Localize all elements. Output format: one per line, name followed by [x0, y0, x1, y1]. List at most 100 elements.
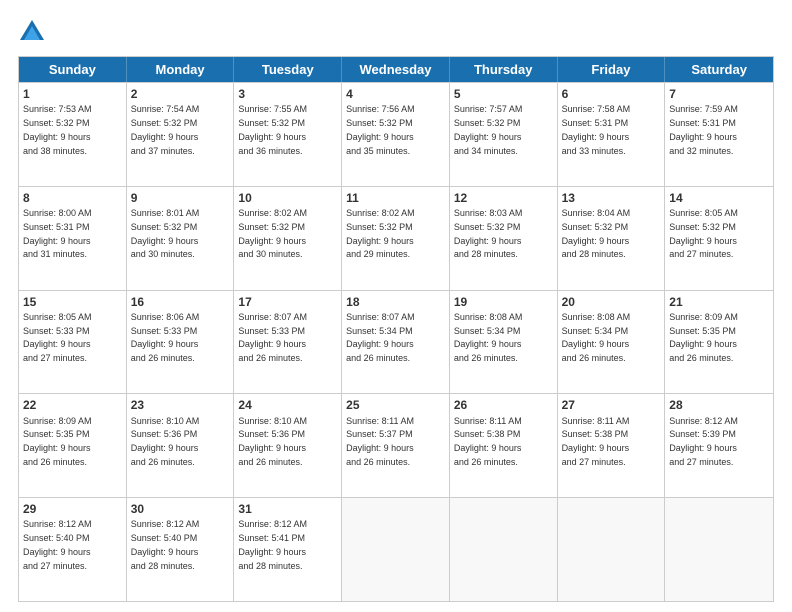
cal-cell-1: 1 Sunrise: 7:53 AM Sunset: 5:32 PM Daylig… — [19, 83, 127, 186]
cal-cell-empty — [450, 498, 558, 601]
day-number: 5 — [454, 86, 553, 102]
cal-cell-12: 12 Sunrise: 8:03 AM Sunset: 5:32 PM Dayli… — [450, 187, 558, 290]
day-number: 10 — [238, 190, 337, 206]
day-number: 26 — [454, 397, 553, 413]
day-info: Sunrise: 8:11 AM Sunset: 5:37 PM Dayligh… — [346, 416, 414, 467]
day-info: Sunrise: 7:57 AM Sunset: 5:32 PM Dayligh… — [454, 104, 523, 155]
day-info: Sunrise: 8:03 AM Sunset: 5:32 PM Dayligh… — [454, 208, 523, 259]
cal-cell-27: 27 Sunrise: 8:11 AM Sunset: 5:38 PM Dayli… — [558, 394, 666, 497]
day-header-monday: Monday — [127, 57, 235, 82]
day-number: 9 — [131, 190, 230, 206]
cal-cell-11: 11 Sunrise: 8:02 AM Sunset: 5:32 PM Dayli… — [342, 187, 450, 290]
cal-cell-empty — [342, 498, 450, 601]
day-number: 30 — [131, 501, 230, 517]
day-info: Sunrise: 8:12 AM Sunset: 5:41 PM Dayligh… — [238, 519, 307, 570]
day-number: 27 — [562, 397, 661, 413]
day-number: 8 — [23, 190, 122, 206]
day-number: 20 — [562, 294, 661, 310]
day-info: Sunrise: 8:09 AM Sunset: 5:35 PM Dayligh… — [23, 416, 92, 467]
day-number: 31 — [238, 501, 337, 517]
header — [18, 18, 774, 46]
day-number: 28 — [669, 397, 769, 413]
day-number: 24 — [238, 397, 337, 413]
day-number: 14 — [669, 190, 769, 206]
day-info: Sunrise: 8:05 AM Sunset: 5:33 PM Dayligh… — [23, 312, 92, 363]
day-number: 3 — [238, 86, 337, 102]
cal-cell-13: 13 Sunrise: 8:04 AM Sunset: 5:32 PM Dayli… — [558, 187, 666, 290]
cal-cell-23: 23Sunrise: 8:10 AM Sunset: 5:36 PM Dayli… — [127, 394, 235, 497]
page: SundayMondayTuesdayWednesdayThursdayFrid… — [0, 0, 792, 612]
cal-cell-15: 15 Sunrise: 8:05 AM Sunset: 5:33 PM Dayli… — [19, 291, 127, 394]
day-number: 29 — [23, 501, 122, 517]
cal-cell-28: 28 Sunrise: 8:12 AM Sunset: 5:39 PM Dayli… — [665, 394, 773, 497]
cal-cell-24: 24 Sunrise: 8:10 AM Sunset: 5:36 PM Dayli… — [234, 394, 342, 497]
day-number: 18 — [346, 294, 445, 310]
cal-cell-19: 19Sunrise: 8:08 AM Sunset: 5:34 PM Dayli… — [450, 291, 558, 394]
cal-cell-empty — [665, 498, 773, 601]
day-info: Sunrise: 8:02 AM Sunset: 5:32 PM Dayligh… — [346, 208, 415, 259]
day-info: Sunrise: 8:12 AM Sunset: 5:40 PM Dayligh… — [131, 519, 200, 570]
day-number: 15 — [23, 294, 122, 310]
cal-cell-20: 20 Sunrise: 8:08 AM Sunset: 5:34 PM Dayli… — [558, 291, 666, 394]
cal-cell-25: 25 Sunrise: 8:11 AM Sunset: 5:37 PM Dayli… — [342, 394, 450, 497]
cal-cell-7: 7Sunrise: 7:59 AM Sunset: 5:31 PM Daylig… — [665, 83, 773, 186]
day-info: Sunrise: 7:53 AM Sunset: 5:32 PM Dayligh… — [23, 104, 92, 155]
day-info: Sunrise: 8:12 AM Sunset: 5:39 PM Dayligh… — [669, 416, 738, 467]
cal-cell-17: 17 Sunrise: 8:07 AM Sunset: 5:33 PM Dayli… — [234, 291, 342, 394]
day-info: Sunrise: 8:09 AM Sunset: 5:35 PM Dayligh… — [669, 312, 738, 363]
day-info: Sunrise: 8:07 AM Sunset: 5:33 PM Dayligh… — [238, 312, 307, 363]
day-header-tuesday: Tuesday — [234, 57, 342, 82]
cal-cell-31: 31 Sunrise: 8:12 AM Sunset: 5:41 PM Dayli… — [234, 498, 342, 601]
cal-cell-3: 3 Sunrise: 7:55 AM Sunset: 5:32 PM Daylig… — [234, 83, 342, 186]
calendar-row-4: 29 Sunrise: 8:12 AM Sunset: 5:40 PM Dayli… — [19, 497, 773, 601]
day-info: Sunrise: 8:11 AM Sunset: 5:38 PM Dayligh… — [562, 416, 630, 467]
logo-icon — [18, 18, 46, 46]
cal-cell-21: 21Sunrise: 8:09 AM Sunset: 5:35 PM Dayli… — [665, 291, 773, 394]
cal-cell-16: 16Sunrise: 8:06 AM Sunset: 5:33 PM Dayli… — [127, 291, 235, 394]
day-info: Sunrise: 8:11 AM Sunset: 5:38 PM Dayligh… — [454, 416, 522, 467]
day-number: 1 — [23, 86, 122, 102]
cal-cell-9: 9 Sunrise: 8:01 AM Sunset: 5:32 PM Daylig… — [127, 187, 235, 290]
cal-cell-29: 29Sunrise: 8:12 AM Sunset: 5:40 PM Dayli… — [19, 498, 127, 601]
day-number: 25 — [346, 397, 445, 413]
day-info: Sunrise: 8:06 AM Sunset: 5:33 PM Dayligh… — [131, 312, 200, 363]
cal-cell-4: 4 Sunrise: 7:56 AM Sunset: 5:32 PM Daylig… — [342, 83, 450, 186]
day-number: 13 — [562, 190, 661, 206]
cal-cell-8: 8 Sunrise: 8:00 AM Sunset: 5:31 PM Daylig… — [19, 187, 127, 290]
day-info: Sunrise: 7:55 AM Sunset: 5:32 PM Dayligh… — [238, 104, 307, 155]
day-number: 12 — [454, 190, 553, 206]
cal-cell-empty — [558, 498, 666, 601]
day-info: Sunrise: 8:05 AM Sunset: 5:32 PM Dayligh… — [669, 208, 738, 259]
day-info: Sunrise: 8:10 AM Sunset: 5:36 PM Dayligh… — [131, 416, 200, 467]
day-number: 4 — [346, 86, 445, 102]
calendar-row-3: 22 Sunrise: 8:09 AM Sunset: 5:35 PM Dayli… — [19, 393, 773, 497]
day-header-sunday: Sunday — [19, 57, 127, 82]
day-info: Sunrise: 8:00 AM Sunset: 5:31 PM Dayligh… — [23, 208, 92, 259]
day-info: Sunrise: 8:02 AM Sunset: 5:32 PM Dayligh… — [238, 208, 307, 259]
day-number: 19 — [454, 294, 553, 310]
day-number: 22 — [23, 397, 122, 413]
cal-cell-2: 2 Sunrise: 7:54 AM Sunset: 5:32 PM Daylig… — [127, 83, 235, 186]
day-info: Sunrise: 8:08 AM Sunset: 5:34 PM Dayligh… — [562, 312, 631, 363]
calendar-row-1: 8 Sunrise: 8:00 AM Sunset: 5:31 PM Daylig… — [19, 186, 773, 290]
day-header-thursday: Thursday — [450, 57, 558, 82]
day-info: Sunrise: 7:58 AM Sunset: 5:31 PM Dayligh… — [562, 104, 631, 155]
calendar-body: 1 Sunrise: 7:53 AM Sunset: 5:32 PM Daylig… — [19, 82, 773, 601]
day-number: 2 — [131, 86, 230, 102]
day-number: 7 — [669, 86, 769, 102]
day-info: Sunrise: 8:04 AM Sunset: 5:32 PM Dayligh… — [562, 208, 631, 259]
day-number: 11 — [346, 190, 445, 206]
calendar-row-2: 15 Sunrise: 8:05 AM Sunset: 5:33 PM Dayli… — [19, 290, 773, 394]
calendar-header: SundayMondayTuesdayWednesdayThursdayFrid… — [19, 57, 773, 82]
day-info: Sunrise: 8:10 AM Sunset: 5:36 PM Dayligh… — [238, 416, 307, 467]
day-header-saturday: Saturday — [665, 57, 773, 82]
cal-cell-10: 10 Sunrise: 8:02 AM Sunset: 5:32 PM Dayli… — [234, 187, 342, 290]
day-number: 6 — [562, 86, 661, 102]
cal-cell-26: 26 Sunrise: 8:11 AM Sunset: 5:38 PM Dayli… — [450, 394, 558, 497]
day-header-friday: Friday — [558, 57, 666, 82]
day-header-wednesday: Wednesday — [342, 57, 450, 82]
day-info: Sunrise: 8:01 AM Sunset: 5:32 PM Dayligh… — [131, 208, 200, 259]
day-info: Sunrise: 7:56 AM Sunset: 5:32 PM Dayligh… — [346, 104, 415, 155]
day-number: 17 — [238, 294, 337, 310]
day-info: Sunrise: 7:54 AM Sunset: 5:32 PM Dayligh… — [131, 104, 200, 155]
